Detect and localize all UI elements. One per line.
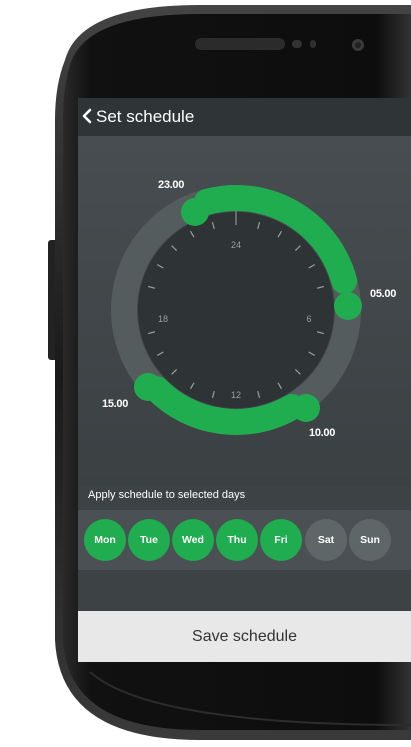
day-wed[interactable]: Wed (172, 519, 214, 561)
label-10-00: 10.00 (309, 427, 336, 439)
day-fri[interactable]: Fri (260, 519, 302, 561)
day-mon[interactable]: Mon (84, 519, 126, 561)
label-15-00: 15.00 (102, 398, 129, 410)
schedule-dial[interactable]: 24 6 12 18 23.00 05.00 10.00 15.00 (78, 136, 411, 486)
day-thu[interactable]: Thu (216, 519, 258, 561)
save-schedule-button[interactable]: Save schedule (78, 611, 411, 662)
hour-label-6: 6 (306, 314, 311, 324)
app-screen: Set schedule 24 6 12 18 23.00 05.00 10.0… (78, 98, 411, 662)
handle-15-00[interactable] (134, 373, 162, 401)
label-23-00: 23.00 (158, 179, 185, 191)
handle-05-00[interactable] (334, 292, 362, 320)
chevron-left-icon[interactable] (80, 105, 94, 127)
day-tue[interactable]: Tue (128, 519, 170, 561)
day-sun[interactable]: Sun (349, 519, 391, 561)
handle-23-00[interactable] (181, 198, 209, 226)
hour-label-24: 24 (231, 240, 241, 250)
hour-label-18: 18 (158, 314, 168, 324)
label-05-00: 05.00 (370, 288, 397, 300)
day-selector: Mon Tue Wed Thu Fri Sat Sun (78, 510, 411, 570)
handle-10-00[interactable] (292, 394, 320, 422)
apply-days-caption: Apply schedule to selected days (88, 489, 246, 501)
app-header: Set schedule (78, 98, 411, 136)
hour-label-12: 12 (231, 390, 241, 400)
page-title: Set schedule (96, 107, 195, 126)
day-sat[interactable]: Sat (305, 519, 347, 561)
